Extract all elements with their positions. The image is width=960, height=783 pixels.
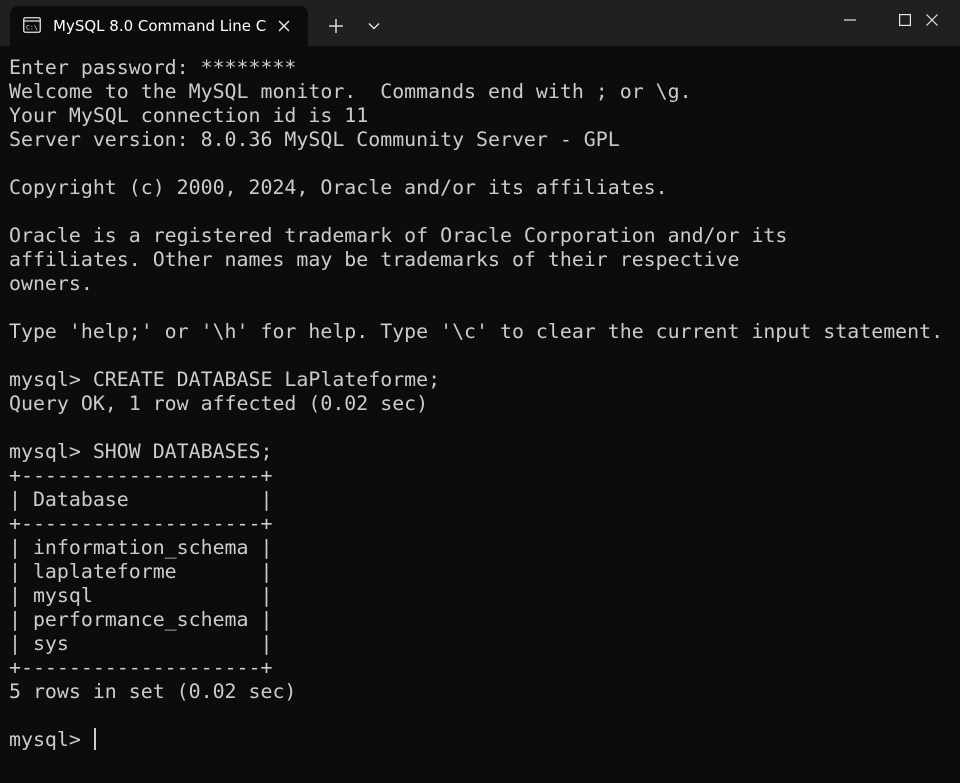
terminal-window: C:\ MySQL 8.0 Command Line Cli Enter pas…: [0, 0, 960, 783]
minimize-icon: [844, 19, 856, 21]
tab-mysql-command-line[interactable]: C:\ MySQL 8.0 Command Line Cli: [10, 6, 308, 46]
svg-text:C:\: C:\: [26, 24, 38, 32]
close-icon: [278, 20, 290, 32]
chevron-down-icon: [368, 23, 380, 30]
table-border: +--------------------+: [9, 656, 273, 679]
terminal-line: Server version: 8.0.36 MySQL Community S…: [9, 128, 620, 151]
terminal-line: Enter password: ********: [9, 56, 297, 79]
new-tab-button[interactable]: [322, 12, 350, 40]
close-icon: [926, 14, 938, 26]
text-cursor: [93, 728, 96, 750]
command-prompt-line[interactable]: mysql>: [9, 728, 954, 752]
terminal-line: mysql> SHOW DATABASES;: [9, 440, 273, 463]
tab-dropdown-button[interactable]: [360, 12, 388, 40]
plus-icon: [329, 19, 343, 33]
table-header: | Database |: [9, 488, 273, 511]
prompt: mysql>: [9, 728, 93, 751]
table-row: | laplateforme |: [9, 560, 273, 583]
terminal-line: Type 'help;' or '\h' for help. Type '\c'…: [9, 320, 944, 343]
terminal-line: Welcome to the MySQL monitor. Commands e…: [9, 80, 692, 103]
terminal-output[interactable]: Enter password: ******** Welcome to the …: [9, 56, 954, 776]
terminal-line: mysql> CREATE DATABASE LaPlateforme;: [9, 368, 441, 391]
terminal-line: 5 rows in set (0.02 sec): [9, 680, 297, 703]
table-row: | performance_schema |: [9, 608, 273, 631]
terminal-line: affiliates. Other names may be trademark…: [9, 248, 740, 271]
terminal-icon: C:\: [23, 17, 41, 33]
table-border: +--------------------+: [9, 464, 273, 487]
terminal-line: Copyright (c) 2000, 2024, Oracle and/or …: [9, 176, 668, 199]
title-bar: C:\ MySQL 8.0 Command Line Cli: [0, 0, 960, 46]
minimize-button[interactable]: [822, 0, 878, 40]
close-tab-button[interactable]: [274, 16, 294, 36]
table-border: +--------------------+: [9, 512, 273, 535]
terminal-line: Oracle is a registered trademark of Orac…: [9, 224, 788, 247]
table-row: | mysql |: [9, 584, 273, 607]
table-row: | information_schema |: [9, 536, 273, 559]
terminal-line: owners.: [9, 272, 93, 295]
terminal-line: Query OK, 1 row affected (0.02 sec): [9, 392, 429, 415]
terminal-line: Your MySQL connection id is 11: [9, 104, 369, 127]
tab-title: MySQL 8.0 Command Line Cli: [53, 17, 266, 35]
close-window-button[interactable]: [904, 0, 960, 40]
table-row: | sys |: [9, 632, 273, 655]
